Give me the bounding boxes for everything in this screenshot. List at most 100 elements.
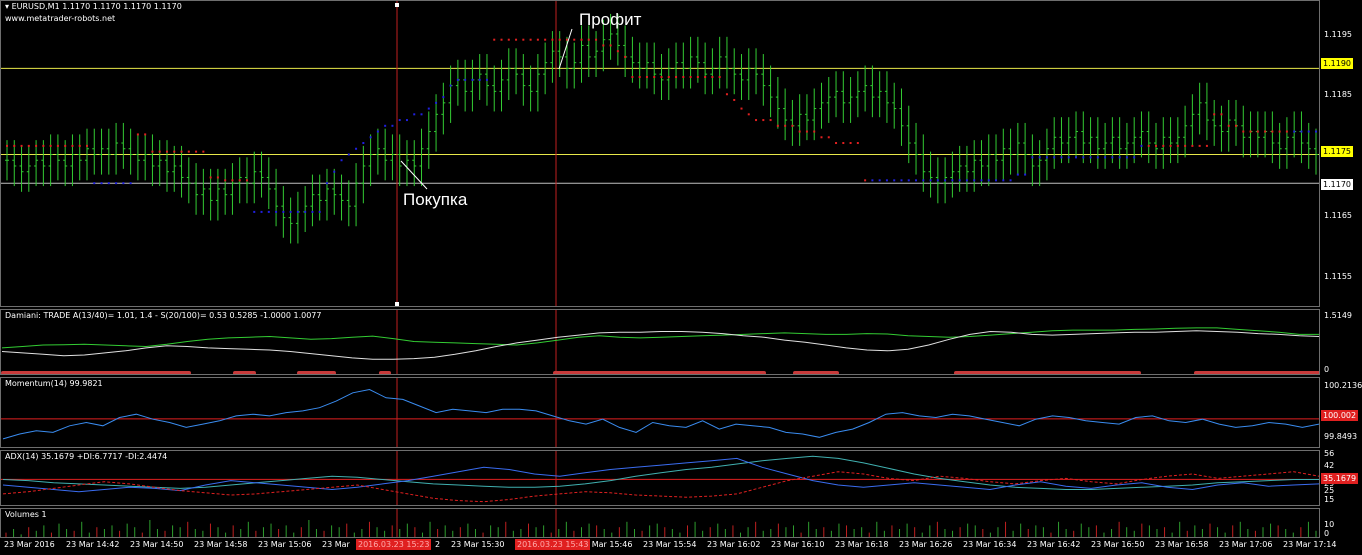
price-pane[interactable]: ▾ EURUSD,M1 1.1170 1.1170 1.1170 1.1170 … [0,0,1320,307]
adx-pane[interactable]: ADX(14) 35.1679 +DI:6.7717 -DI:2.4474 [0,450,1320,506]
time-tick: 23 Mar 15:30 [451,540,505,549]
sar-dot [195,150,198,153]
sar-dot [558,38,561,41]
sar-dot [413,113,416,116]
sar-dot [442,96,445,99]
sar-dot [929,179,932,182]
sar-dot [100,182,103,185]
sar-dot [35,144,38,147]
sar-dot [355,147,358,150]
adx-level-tag: 35.1679 [1321,473,1359,484]
sar-dot [740,107,743,110]
sar-dot [1038,156,1041,159]
sar-dot [1271,130,1274,133]
sar-dot [224,179,227,182]
time-tick: 23 Mar 17:06 [1219,540,1273,549]
damiani-line [1,327,1319,349]
sar-dot [544,38,547,41]
damiani-signal-block [233,371,256,374]
sar-dot [573,38,576,41]
sar-dot [1024,173,1027,176]
price-tick: 1.1165 [1324,211,1352,220]
sar-dot [1031,156,1034,159]
sar-dot [1162,144,1165,147]
sar-dot [1307,130,1310,133]
sar-dot [427,107,430,110]
sar-dot [645,76,648,79]
sar-dot [842,142,845,145]
damiani-signal-block [1,371,191,374]
time-tick: 23 Mar 15:54 [643,540,697,549]
sar-dot [536,38,539,41]
sar-dot [1104,156,1107,159]
sar-dot [1235,124,1238,127]
sar-dot [1285,130,1288,133]
sar-dot [296,210,299,213]
sar-dot [885,179,888,182]
sar-dot [747,113,750,116]
sar-dot [420,113,423,116]
sar-dot [878,179,881,182]
sar-dot [987,179,990,182]
sar-dot [333,170,336,173]
time-tick: 23 Mar 16:50 [1091,540,1145,549]
adx-tick: 56 [1324,449,1335,458]
sar-dot [20,144,23,147]
adx-line [2,457,1319,493]
sar-dot [1075,156,1078,159]
time-tick: 2 [435,540,441,549]
sar-dot [776,124,779,127]
sar-dot [602,44,605,47]
sar-dot [616,50,619,53]
sar-dot [173,150,176,153]
sar-dot [515,38,518,41]
momentum-pane[interactable]: Momentum(14) 99.9821 [0,377,1320,448]
sar-dot [1300,130,1303,133]
sar-dot [769,119,772,122]
sar-dot [107,182,110,185]
volumes-pane[interactable]: Volumes 1 [0,508,1320,538]
sar-dot [718,76,721,79]
volumes-tick: 0 [1324,529,1330,538]
damiani-pane[interactable]: Damiani: TRADE A(13/40)= 1.01, 1.4 - S(2… [0,309,1320,375]
sar-dot [704,76,707,79]
sar-dot [13,144,16,147]
sar-dot [71,144,74,147]
sar-dot [565,38,568,41]
sar-dot [922,179,925,182]
sar-dot [936,179,939,182]
buy-annotation: Покупка [403,190,468,209]
sar-dot [216,176,219,179]
sar-dot [856,142,859,145]
sar-dot [93,182,96,185]
sar-dot [624,55,627,58]
sar-dot [580,38,583,41]
sar-dot [755,119,758,122]
sar-dot [231,179,234,182]
sar-dot [49,144,52,147]
sar-dot [311,210,314,213]
time-tick: 23 Mar 14:58 [194,540,248,549]
profit-annotation: Профит [579,10,642,29]
sar-dot [1053,156,1056,159]
momentum-chart [1,378,1319,447]
sar-dot [587,38,590,41]
sar-dot [456,78,459,81]
sar-dot [995,179,998,182]
momentum-line [2,388,1319,440]
sar-dot [871,179,874,182]
sar-dot [202,150,205,153]
sar-dot [893,179,896,182]
sar-dot [435,101,438,104]
damiani-signal-block [1194,371,1319,374]
sar-dot [136,133,139,136]
sar-dot [958,179,961,182]
sar-dot [667,76,670,79]
sar-dot [1278,130,1281,133]
time-tick: 23 Mar 16:26 [899,540,953,549]
sar-dot [784,124,787,127]
sar-dot [500,38,503,41]
sar-dot [85,144,88,147]
damiani-signal-block [553,371,766,374]
sar-dot [56,144,59,147]
